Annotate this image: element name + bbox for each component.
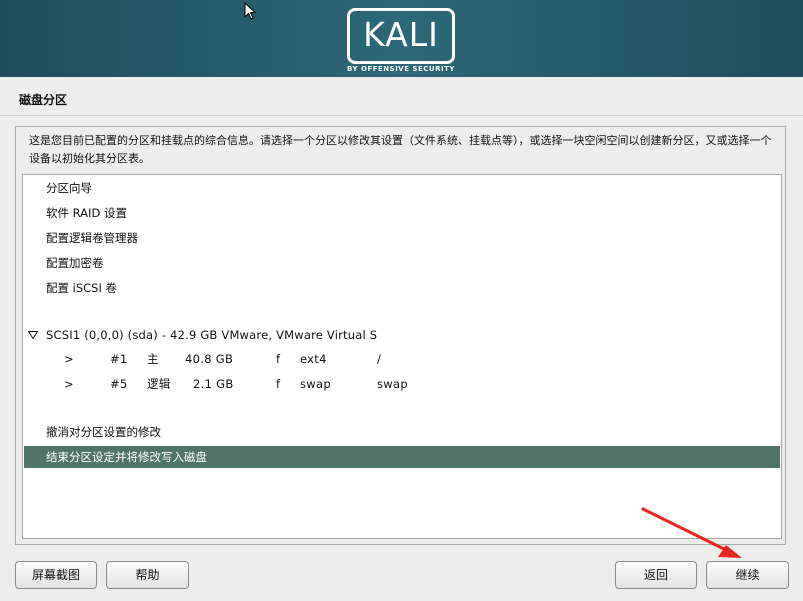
option-partition-wizard[interactable]: 分区向导 — [24, 177, 780, 199]
option-software-raid[interactable]: 软件 RAID 设置 — [24, 202, 780, 224]
partition-size: 40.8 GB — [185, 352, 234, 366]
action-label: 结束分区设定并将修改写入磁盘 — [46, 450, 207, 464]
action-label: 撤消对分区设置的修改 — [46, 425, 161, 439]
partition-mount: swap — [377, 377, 408, 391]
option-label: 配置 iSCSI 卷 — [46, 281, 118, 295]
partition-list[interactable]: 分区向导 软件 RAID 设置 配置逻辑卷管理器 配置加密卷 配置 iSCSI … — [22, 174, 782, 539]
option-encrypted-volumes[interactable]: 配置加密卷 — [24, 252, 780, 274]
partition-number: #5 — [110, 377, 128, 391]
kali-banner: KALI BY OFFENSIVE SECURITY — [0, 0, 803, 77]
action-finish-and-write[interactable]: 结束分区设定并将修改写入磁盘 — [24, 446, 780, 468]
title-divider — [0, 115, 803, 116]
triangle-down-icon — [28, 331, 38, 339]
disk-sda[interactable]: SCSI1 (0,0,0) (sda) - 42.9 GB VMware, VM… — [24, 324, 780, 346]
partition-arrow: > — [64, 352, 74, 366]
option-iscsi[interactable]: 配置 iSCSI 卷 — [24, 277, 780, 299]
mouse-cursor-icon — [244, 2, 256, 20]
back-button[interactable]: 返回 — [615, 561, 697, 589]
logo-text: KALI — [363, 15, 439, 54]
partition-type: 逻辑 — [147, 377, 171, 391]
help-button[interactable]: 帮助 — [106, 561, 189, 589]
action-undo-changes[interactable]: 撤消对分区设置的修改 — [24, 421, 780, 443]
partition-row-5[interactable]: > #5 逻辑 2.1 GB f swap swap — [24, 373, 780, 395]
option-label: 配置加密卷 — [46, 256, 104, 270]
partition-arrow: > — [64, 377, 74, 391]
continue-button[interactable]: 继续 — [706, 561, 789, 589]
disk-label: SCSI1 (0,0,0) (sda) - 42.9 GB VMware, VM… — [46, 328, 378, 342]
partition-flag: f — [276, 352, 281, 366]
kali-logo: KALI — [347, 8, 455, 64]
option-label: 配置逻辑卷管理器 — [46, 231, 138, 245]
partition-number: #1 — [110, 352, 128, 366]
partition-filesystem: swap — [300, 377, 331, 391]
option-label: 分区向导 — [46, 181, 92, 195]
partition-size: 2.1 GB — [193, 377, 234, 391]
partition-type: 主 — [147, 352, 159, 366]
page-title: 磁盘分区 — [19, 93, 68, 107]
partition-flag: f — [276, 377, 281, 391]
screenshot-button[interactable]: 屏幕截图 — [15, 561, 97, 589]
logo-subtitle: BY OFFENSIVE SECURITY — [347, 65, 455, 73]
page-description: 这是您目前已配置的分区和挂载点的综合信息。请选择一个分区以修改其设置（文件系统、… — [29, 134, 772, 165]
annotation-arrow-icon — [641, 507, 742, 558]
partition-row-1[interactable]: > #1 主 40.8 GB f ext4 / — [24, 348, 780, 370]
option-label: 软件 RAID 设置 — [46, 206, 127, 220]
partition-filesystem: ext4 — [300, 352, 327, 366]
option-lvm[interactable]: 配置逻辑卷管理器 — [24, 227, 780, 249]
partition-mount: / — [377, 352, 382, 366]
